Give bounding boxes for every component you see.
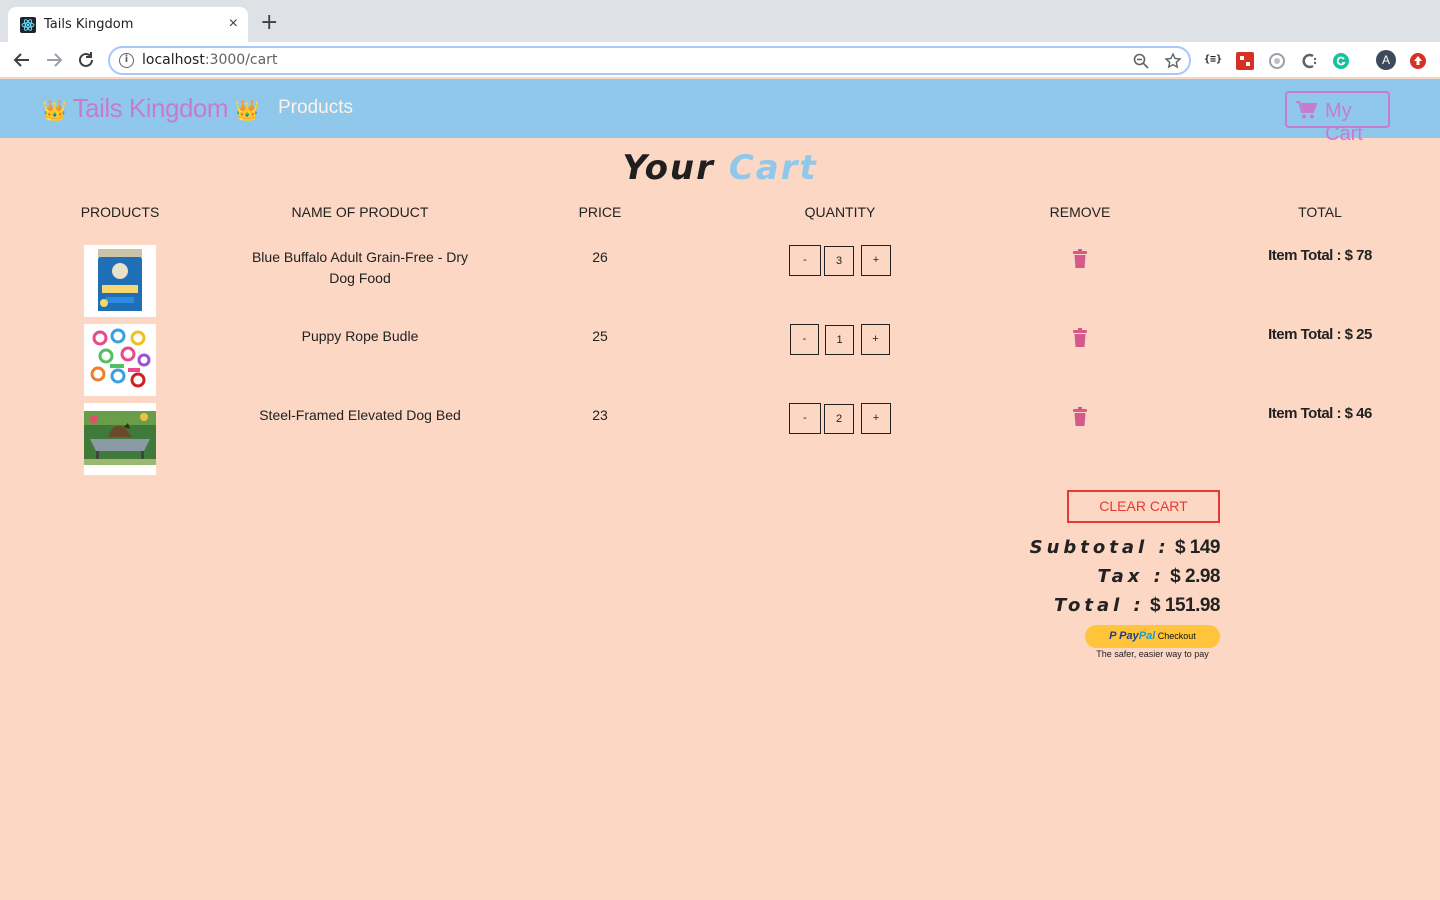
tab-close-icon[interactable]: × xyxy=(229,15,238,33)
crown-icon: 👑 xyxy=(42,100,67,122)
crown-icon: 👑 xyxy=(234,100,260,122)
browser-tabstrip: Tails Kingdom × + xyxy=(0,0,1440,42)
product-price: 25 xyxy=(592,328,608,344)
app-navbar: 👑 Tails Kingdom 👑 Products My Cart xyxy=(0,79,1440,145)
my-cart-label: My Cart xyxy=(1325,100,1363,145)
increment-button[interactable]: + xyxy=(861,245,891,276)
trash-icon[interactable] xyxy=(1072,249,1088,269)
grammarly-icon[interactable] xyxy=(1332,52,1350,70)
browser-tab[interactable]: Tails Kingdom × xyxy=(8,7,248,42)
address-bar[interactable]: i localhost:3000/cart xyxy=(108,46,1191,75)
quantity-value: 3 xyxy=(824,246,854,276)
product-price: 23 xyxy=(592,407,608,423)
item-total: Item Total : $ 78 xyxy=(1268,247,1372,264)
reload-icon[interactable] xyxy=(75,49,97,71)
brand-logo[interactable]: 👑 Tails Kingdom 👑 xyxy=(42,93,260,124)
extension-circle-icon[interactable] xyxy=(1268,52,1286,70)
decrement-button[interactable]: - xyxy=(790,324,819,355)
star-icon[interactable] xyxy=(1164,52,1182,70)
total-value: $ 151.98 xyxy=(1150,595,1220,616)
column-header-price: PRICE xyxy=(578,204,622,220)
increment-button[interactable]: + xyxy=(861,324,890,355)
my-cart-button[interactable]: My Cart xyxy=(1285,91,1390,145)
column-header-remove: REMOVE xyxy=(1049,204,1111,220)
title-word-your: Your xyxy=(622,148,715,188)
product-image-dog-bed xyxy=(84,403,156,475)
new-tab-icon[interactable]: + xyxy=(260,12,278,34)
browser-toolbar: i localhost:3000/cart {≡} A xyxy=(0,42,1440,78)
trash-icon[interactable] xyxy=(1072,328,1088,348)
product-price: 26 xyxy=(592,249,608,265)
subtotal-row: Subtotal : $ 149 xyxy=(1029,537,1221,559)
back-arrow-icon[interactable] xyxy=(11,49,33,71)
quantity-value: 2 xyxy=(824,404,854,434)
product-image-dog-food xyxy=(84,245,156,317)
decrement-button[interactable]: - xyxy=(789,245,821,276)
cart-row: Steel-Framed Elevated Dog Bed 23 - 2 + I… xyxy=(0,403,1440,475)
extension-red-icon[interactable] xyxy=(1236,52,1254,70)
product-name: Steel-Framed Elevated Dog Bed xyxy=(259,407,461,423)
tab-title: Tails Kingdom xyxy=(44,17,134,32)
paypal-checkout-button[interactable]: P PayPal Checkout xyxy=(1085,625,1220,648)
cart-row: Blue Buffalo Adult Grain-Free - Dry Dog … xyxy=(0,245,1440,317)
title-word-cart: Cart xyxy=(728,148,818,188)
total-row: Total : $ 151.98 xyxy=(1054,595,1220,617)
item-total: Item Total : $ 25 xyxy=(1268,326,1372,343)
forward-arrow-icon[interactable] xyxy=(43,49,65,71)
nav-link-products[interactable]: Products xyxy=(278,97,353,119)
paypal-logo-icon: P PayPal xyxy=(1109,630,1156,642)
increment-button[interactable]: + xyxy=(861,403,891,434)
tax-row: Tax : $ 2.98 xyxy=(1097,566,1221,588)
product-name: Puppy Rope Budle xyxy=(301,328,419,344)
subtotal-label: Subtotal : xyxy=(1029,537,1170,558)
brand-name: Tails Kingdom xyxy=(72,93,229,123)
subtotal-value: $ 149 xyxy=(1174,537,1221,558)
product-image-rope-toys xyxy=(84,324,156,396)
total-label: Total : xyxy=(1054,595,1145,616)
address-url: localhost:3000/cart xyxy=(142,52,278,68)
decrement-button[interactable]: - xyxy=(789,403,821,434)
column-header-total: TOTAL xyxy=(1298,204,1342,220)
tax-value: $ 2.98 xyxy=(1170,566,1220,587)
cart-row: Puppy Rope Budle 25 - 1 + Item Total : $… xyxy=(0,324,1440,396)
profile-avatar[interactable]: A xyxy=(1376,50,1396,70)
extension-c-icon[interactable] xyxy=(1300,52,1318,70)
clear-cart-button[interactable]: CLEAR CART xyxy=(1067,490,1220,523)
column-header-name: NAME OF PRODUCT xyxy=(291,204,429,220)
react-favicon-icon xyxy=(20,17,36,33)
tax-label: Tax : xyxy=(1097,566,1165,587)
page-title: Your Cart xyxy=(0,148,1440,188)
product-name: Blue Buffalo Adult Grain-Free - Dry Dog … xyxy=(251,249,469,286)
update-icon[interactable] xyxy=(1409,52,1427,70)
json-viewer-icon[interactable]: {≡} xyxy=(1204,54,1222,72)
column-header-products: PRODUCTS xyxy=(80,204,160,220)
zoom-icon[interactable] xyxy=(1132,52,1150,70)
paypal-tagline: The safer, easier way to pay xyxy=(1096,649,1209,659)
item-total: Item Total : $ 46 xyxy=(1268,405,1372,422)
site-info-icon[interactable]: i xyxy=(119,53,134,68)
shopping-cart-icon xyxy=(1296,101,1317,119)
quantity-value: 1 xyxy=(825,325,854,355)
trash-icon[interactable] xyxy=(1072,407,1088,427)
paypal-checkout-label: Checkout xyxy=(1157,631,1196,641)
column-header-quantity: QUANTITY xyxy=(804,204,876,220)
